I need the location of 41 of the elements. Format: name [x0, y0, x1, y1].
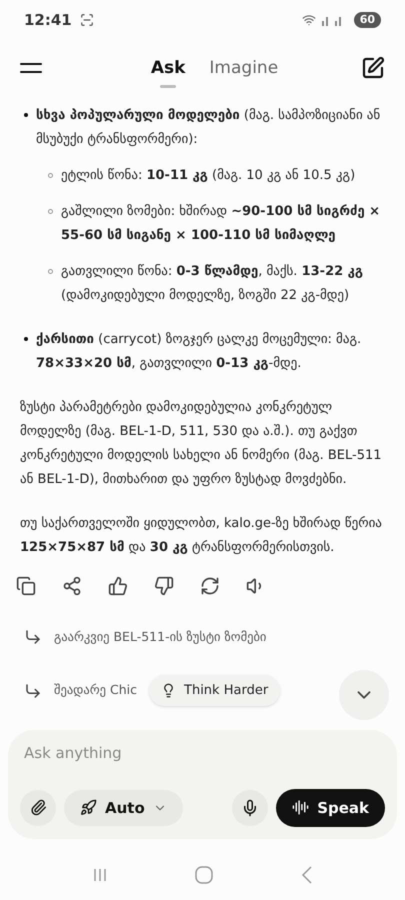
bullet-text: სხვა პოპულარული მოდელები (მაგ. სამპოზიციანი ან მსუბუქი ტრანსფორმერი): [36, 107, 382, 149]
suggestion[interactable]: გაარკვიე BEL-511-ის ზუსტი ზომები [54, 628, 266, 647]
sub-bullet-icon [48, 173, 53, 178]
thumbs-up-icon[interactable] [108, 576, 128, 596]
paragraph: ზუსტი პარამეტრები დამოკიდებულია კონკრეტულ მოდელზე (მაგ. BEL-1-D, 511, 530 და ა.შ.). თუ გაქვთ კონკრეტული მოდელის სახელი ან ნომერი (მაგ. BEL-511 ან BEL-1-D), მითხარით და უფრო ზუსტად მოვძებნი. [20, 399, 383, 489]
tab[interactable]: Ask [150, 48, 186, 88]
sub-bullet-icon [48, 269, 53, 274]
suggestion[interactable]: შეადარე Chic [54, 681, 138, 700]
reply-arrow-icon [24, 628, 42, 646]
reply-arrow-icon [24, 682, 42, 700]
home-icon[interactable] [195, 866, 214, 884]
sound-wave-icon [292, 799, 310, 816]
bullet-icon [24, 113, 28, 117]
microphone-button[interactable] [232, 790, 268, 826]
recent-apps-icon[interactable] [92, 867, 108, 883]
bullet-icon [24, 337, 28, 341]
new-chat-icon[interactable] [361, 56, 385, 80]
message-input[interactable]: Ask anything [20, 742, 385, 765]
back-icon[interactable] [301, 866, 314, 884]
think-harder-button[interactable]: Think Harder [149, 674, 280, 706]
tab[interactable]: Imagine [209, 48, 278, 88]
mode-dropdown[interactable]: Auto [64, 790, 183, 826]
wifi-icon [302, 13, 316, 27]
screenshot-icon [80, 13, 94, 27]
copy-icon[interactable] [16, 576, 36, 596]
rocket-icon [80, 799, 97, 816]
sub-bullet-icon [48, 209, 53, 214]
sub-bullet-text: გათვლილი წონა: 0-3 წლამდე, მაქს. 13-22 კგ (დამოკიდებული მოდელზე, ზოგში 22 კგ-მდე) [61, 263, 364, 305]
clock: 12:41 [24, 10, 72, 31]
paragraph: თუ საქართველოში ყიდულობთ, kalo.ge-ზე ხშირად წერია 125×75×87 სმ და 30 კგ ტრანსფორმერისთვის. [20, 515, 383, 557]
sub-bullet-text: გაშლილი ზომები: ხშირად ~90-100 სმ სიგრძე × 55-60 სმ სიგანე × 100-110 სმ სიმაღლე [61, 203, 382, 245]
bullet-text: ქარსითი (carrycot) ზოგჯერ ცალკე მოცემული: მაგ. 78×33×20 სმ, გათვლილი 0-13 კგ-მდე. [36, 331, 362, 373]
paperclip-icon [30, 799, 46, 816]
menu-icon[interactable] [20, 63, 44, 73]
sub-bullet-text: ეტლის წონა: 10-11 კგ (მაგ. 10 კგ ან 10.5 კგ) [61, 167, 356, 185]
attach-button[interactable] [20, 790, 56, 826]
speak-button[interactable]: Speak [276, 788, 385, 827]
battery-level: 60 [354, 12, 381, 28]
thumbs-down-icon[interactable] [154, 576, 174, 596]
share-icon[interactable] [62, 576, 82, 596]
refresh-icon[interactable] [200, 576, 220, 596]
